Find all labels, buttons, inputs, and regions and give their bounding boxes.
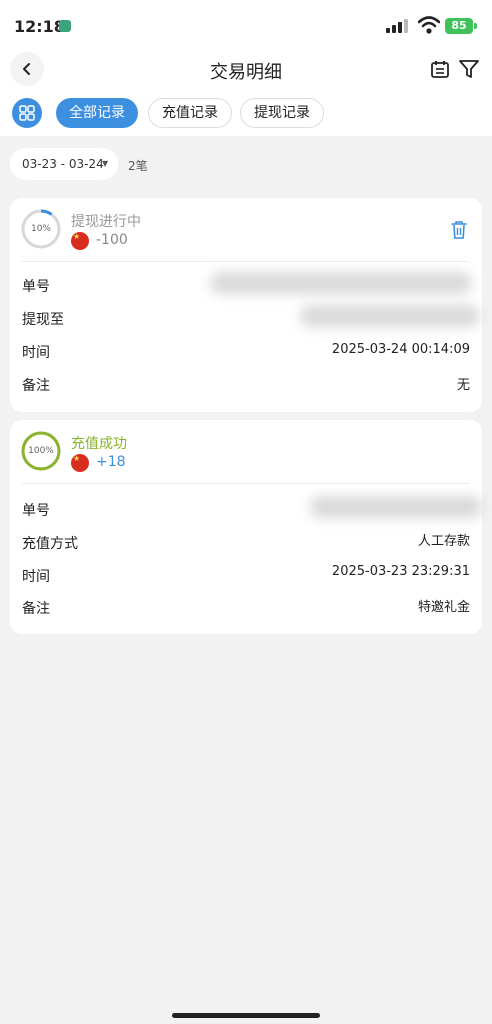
tab-all-records[interactable]: 全部记录 <box>56 98 138 128</box>
grid-icon <box>19 105 35 121</box>
progress-label: 10% <box>30 224 51 234</box>
china-flag-icon: ★ <box>71 454 89 472</box>
amount: +18 <box>96 454 126 470</box>
notification-icon <box>59 20 71 32</box>
filter-icon[interactable] <box>458 58 480 80</box>
calendar-icon[interactable] <box>430 59 450 79</box>
caret-down-icon: ▼ <box>102 159 109 168</box>
row-value-remark: 特邀礼金 <box>417 600 470 615</box>
record-card-deposit[interactable]: 100% 充值成功 ★ +18 单号 充值方式 人工存款 时间 2025-03-… <box>10 420 482 634</box>
redacted-order-no <box>310 496 482 518</box>
progress-label: 100% <box>28 446 54 456</box>
battery-icon: 85 <box>445 18 473 34</box>
row-label-time: 时间 <box>22 345 50 361</box>
row-label-order-no: 单号 <box>22 503 50 519</box>
divider <box>22 261 470 262</box>
amount: -100 <box>96 232 128 248</box>
row-label-deposit-method: 充值方式 <box>22 536 78 552</box>
divider <box>22 483 470 484</box>
date-range-text: 03-23 - 03-24 <box>22 157 104 171</box>
battery-tip <box>474 23 477 29</box>
tab-deposit-records[interactable]: 充值记录 <box>148 98 232 128</box>
redacted-order-no <box>210 272 472 294</box>
trash-icon[interactable] <box>450 220 468 240</box>
home-indicator <box>172 1013 320 1018</box>
wifi-icon <box>418 16 440 34</box>
row-value-time: 2025-03-23 23:29:31 <box>331 564 470 579</box>
nav-bar: 交易明细 <box>0 52 492 88</box>
status-text: 充值成功 <box>71 436 127 452</box>
china-flag-icon: ★ <box>71 232 89 250</box>
page-title: 交易明细 <box>210 62 282 83</box>
row-label-remark: 备注 <box>22 601 50 617</box>
record-count: 2笔 <box>128 159 148 173</box>
tabs-row: 全部记录 充值记录 提现记录 <box>0 96 492 132</box>
tab-withdraw-records[interactable]: 提现记录 <box>240 98 324 128</box>
status-bar: 12:18 85 <box>0 0 492 52</box>
status-text: 提现进行中 <box>71 214 141 230</box>
row-label-withdraw-to: 提现至 <box>22 312 64 328</box>
row-value-deposit-method: 人工存款 <box>417 534 470 549</box>
row-label-time: 时间 <box>22 569 50 585</box>
row-value-remark: 无 <box>456 378 470 393</box>
row-value-time: 2025-03-24 00:14:09 <box>331 342 470 357</box>
date-range-selector[interactable]: 03-23 - 03-24 ▼ <box>10 148 118 180</box>
status-time: 12:18 <box>14 17 65 36</box>
grid-button[interactable] <box>12 98 42 128</box>
record-card-withdraw[interactable]: 10% 提现进行中 ★ -100 单号 提现至 时间 2025-03-24 00… <box>10 198 482 412</box>
row-label-remark: 备注 <box>22 378 50 394</box>
redacted-withdraw-target <box>300 305 480 327</box>
top-area: 12:18 85 交易明细 全部记录 充值记录 提现记录 <box>0 0 492 136</box>
row-label-order-no: 单号 <box>22 279 50 295</box>
signal-icon <box>386 19 408 33</box>
